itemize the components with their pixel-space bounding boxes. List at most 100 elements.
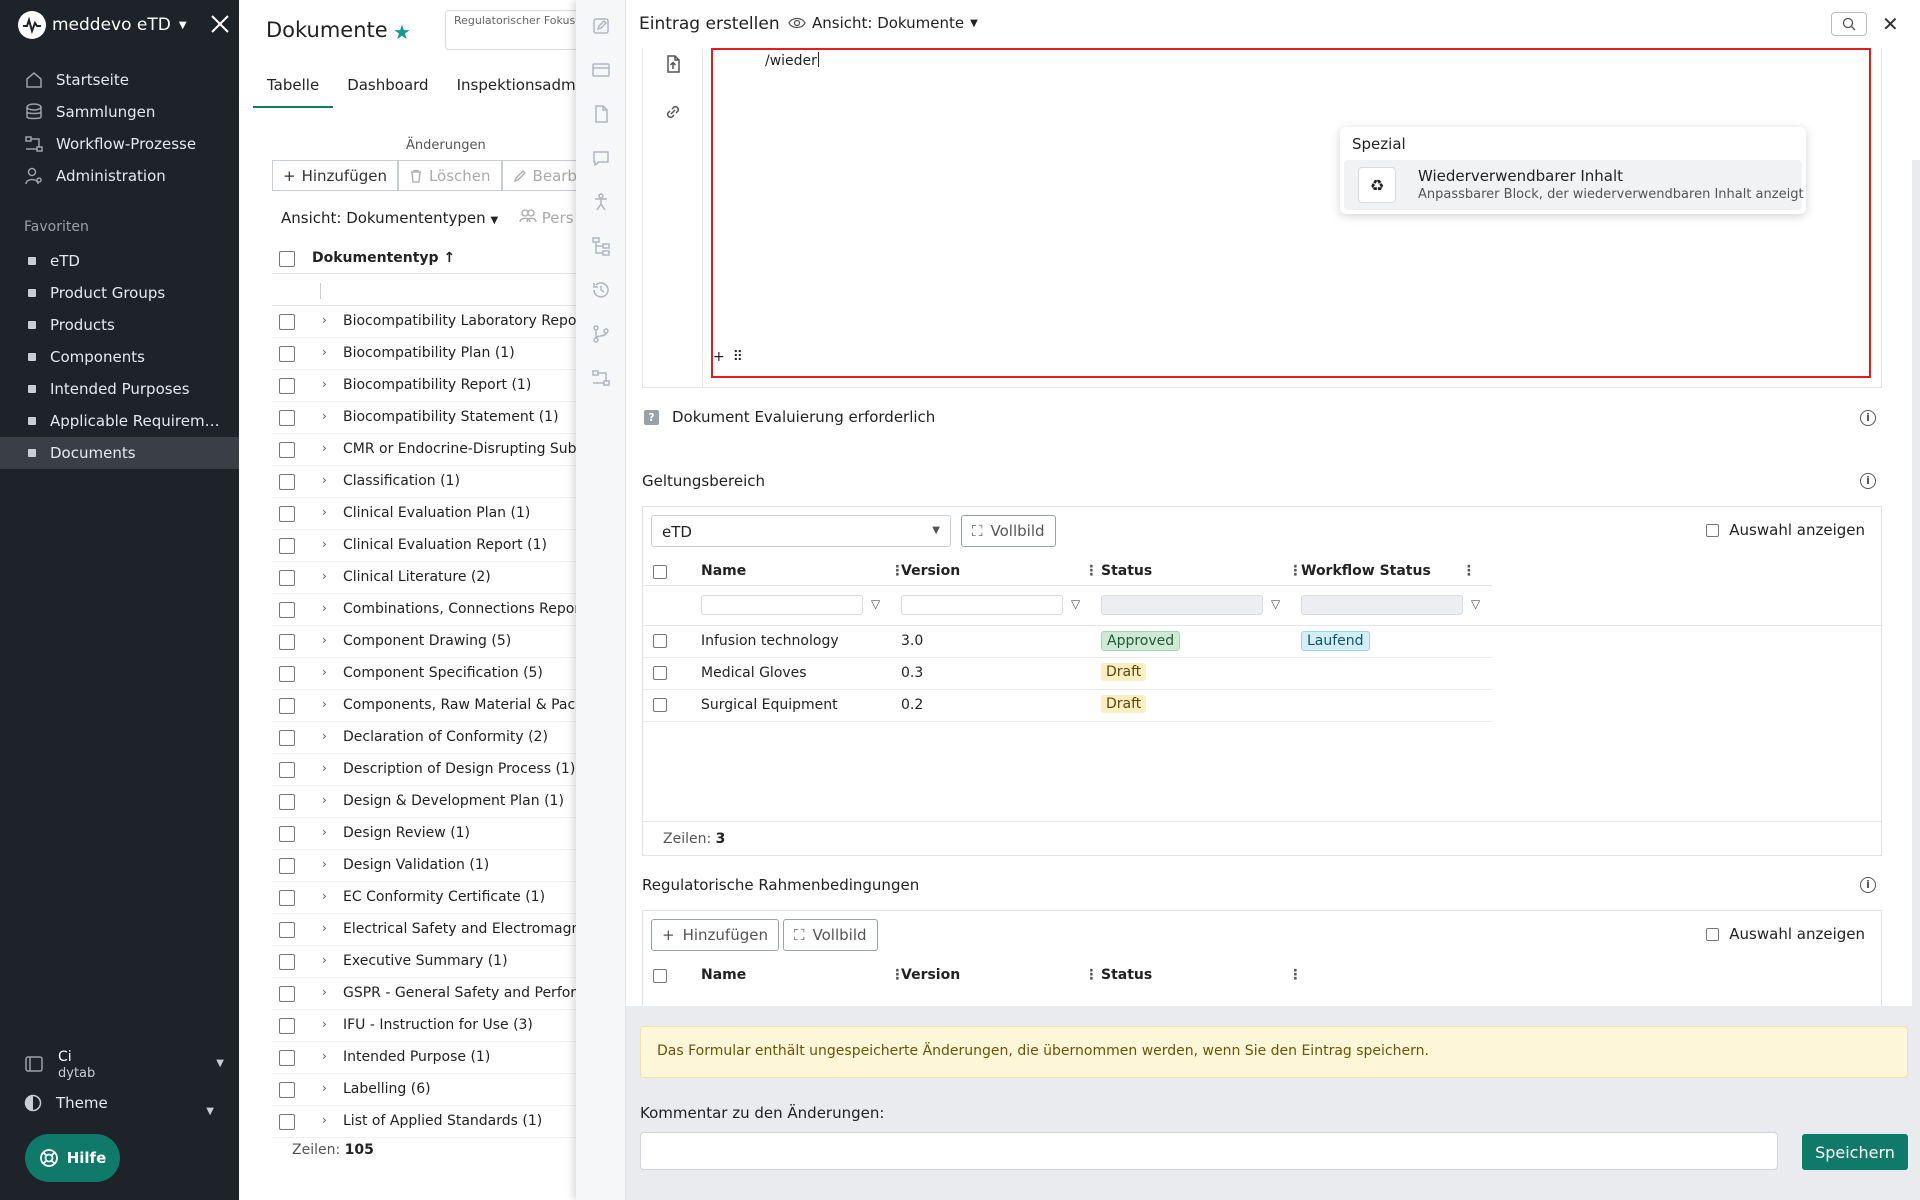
select-all-checkbox[interactable]: [653, 969, 667, 983]
row-checkbox[interactable]: [279, 954, 295, 970]
drawer-view-dropdown[interactable]: Ansicht: Dokumente ▼: [788, 14, 978, 32]
chevron-right-icon[interactable]: ›: [322, 697, 327, 711]
add-regulatory-button[interactable]: + Hinzufügen: [651, 919, 779, 951]
table-row[interactable]: Surgical Equipment 0.2 Draft: [643, 690, 1492, 722]
row-checkbox[interactable]: [279, 474, 295, 490]
help-button[interactable]: Hilfe: [25, 1134, 120, 1182]
list-item[interactable]: › Combinations, Connections Report (1): [272, 594, 576, 626]
fav-item-applicable-requirements[interactable]: Applicable Requirem…: [0, 405, 239, 437]
row-checkbox[interactable]: [279, 346, 295, 362]
row-checkbox[interactable]: [279, 890, 295, 906]
name-filter-input[interactable]: [701, 595, 863, 615]
list-item[interactable]: › Biocompatibility Report (1): [272, 370, 576, 402]
add-block-icon[interactable]: +: [713, 349, 725, 365]
column-header-name[interactable]: Name ⋮: [701, 967, 904, 983]
row-checkbox[interactable]: [279, 538, 295, 554]
row-checkbox[interactable]: [279, 922, 295, 938]
list-item[interactable]: › Components, Raw Material & Packaging: [272, 690, 576, 722]
column-menu-icon[interactable]: ⋮: [1288, 967, 1302, 983]
column-header-status[interactable]: Status ⋮: [1101, 967, 1302, 983]
access-icon[interactable]: [591, 192, 611, 212]
list-item[interactable]: › IFU - Instruction for Use (3): [272, 1010, 576, 1042]
link-icon[interactable]: [663, 102, 683, 122]
chevron-right-icon[interactable]: ›: [322, 857, 327, 871]
persons-button[interactable]: Pers: [519, 209, 574, 227]
row-checkbox[interactable]: [653, 634, 667, 648]
chevron-right-icon[interactable]: ›: [322, 473, 327, 487]
row-checkbox[interactable]: [279, 858, 295, 874]
row-checkbox[interactable]: [279, 1018, 295, 1034]
chevron-right-icon[interactable]: ›: [322, 793, 327, 807]
list-item[interactable]: › Biocompatibility Laboratory Report (1): [272, 306, 576, 338]
row-checkbox[interactable]: [279, 1114, 295, 1130]
close-sidebar-icon[interactable]: [208, 12, 232, 36]
chevron-right-icon[interactable]: ›: [322, 953, 327, 967]
chevron-right-icon[interactable]: ›: [322, 761, 327, 775]
row-checkbox[interactable]: [653, 666, 667, 680]
favorite-star-icon[interactable]: ★: [393, 20, 411, 44]
workflow-filter-input[interactable]: [1301, 595, 1463, 615]
fav-item-etd[interactable]: eTD: [0, 245, 239, 277]
chevron-right-icon[interactable]: ›: [322, 441, 327, 455]
filter-icon[interactable]: ▽: [1271, 597, 1280, 611]
column-menu-icon[interactable]: ⋮: [1462, 563, 1476, 579]
chevron-right-icon[interactable]: ›: [322, 569, 327, 583]
list-item[interactable]: › Intended Purpose (1): [272, 1042, 576, 1074]
fullscreen-button[interactable]: ⛶ Vollbild: [961, 515, 1056, 547]
brand-menu[interactable]: meddevo eTD ▼: [18, 10, 187, 40]
document-icon[interactable]: [591, 104, 611, 124]
save-button[interactable]: Speichern: [1802, 1134, 1908, 1170]
row-checkbox[interactable]: [279, 666, 295, 682]
history-icon[interactable]: [591, 280, 611, 300]
list-item[interactable]: › Description of Design Process (1): [272, 754, 576, 786]
scope-select[interactable]: eTD ▼: [651, 515, 951, 547]
list-item[interactable]: › Labelling (6): [272, 1074, 576, 1106]
chevron-right-icon[interactable]: ›: [322, 1113, 327, 1127]
chevron-right-icon[interactable]: ›: [322, 889, 327, 903]
chevron-right-icon[interactable]: ›: [322, 409, 327, 423]
branch-icon[interactable]: [591, 324, 611, 344]
row-checkbox[interactable]: [279, 826, 295, 842]
status-filter-input[interactable]: [1101, 595, 1263, 615]
chevron-right-icon[interactable]: ›: [322, 345, 327, 359]
list-item[interactable]: › EC Conformity Certificate (1): [272, 882, 576, 914]
row-checkbox[interactable]: [279, 314, 295, 330]
list-item[interactable]: › Clinical Evaluation Report (1): [272, 530, 576, 562]
select-all-checkbox[interactable]: [653, 565, 667, 579]
filter-icon[interactable]: ▽: [1071, 597, 1080, 611]
nav-item-startseite[interactable]: Startseite: [0, 64, 239, 96]
user-menu[interactable]: Ci dytab ▼: [24, 1044, 224, 1084]
row-checkbox[interactable]: [279, 1082, 295, 1098]
chevron-right-icon[interactable]: ›: [322, 601, 327, 615]
list-item[interactable]: › CMR or Endocrine-Disrupting Substances: [272, 434, 576, 466]
row-checkbox[interactable]: [279, 410, 295, 426]
column-header-status[interactable]: Status ⋮: [1101, 563, 1302, 579]
list-item[interactable]: › Electrical Safety and Electromagnetic: [272, 914, 576, 946]
row-checkbox[interactable]: [279, 794, 295, 810]
drawer-search-button[interactable]: [1831, 12, 1867, 36]
edit-icon[interactable]: [591, 16, 611, 36]
chevron-right-icon[interactable]: ›: [322, 1049, 327, 1063]
edit-button[interactable]: Bearbe: [501, 160, 576, 191]
filter-icon[interactable]: ▽: [871, 597, 880, 611]
row-checkbox[interactable]: [279, 602, 295, 618]
fav-item-components[interactable]: Components: [0, 341, 239, 373]
drag-handle-icon[interactable]: ⠿: [733, 349, 743, 365]
row-checkbox[interactable]: [279, 378, 295, 394]
list-item[interactable]: › Clinical Literature (2): [272, 562, 576, 594]
nav-item-sammlungen[interactable]: Sammlungen: [0, 96, 239, 128]
card-icon[interactable]: [591, 60, 611, 80]
row-checkbox[interactable]: [279, 698, 295, 714]
list-item[interactable]: › Clinical Evaluation Plan (1): [272, 498, 576, 530]
list-item[interactable]: › Classification (1): [272, 466, 576, 498]
regulatory-focus-select[interactable]: Regulatorischer Fokus: [445, 10, 576, 50]
row-checkbox[interactable]: [279, 506, 295, 522]
select-all-checkbox[interactable]: [279, 251, 295, 267]
fav-item-product-groups[interactable]: Product Groups: [0, 277, 239, 309]
table-row[interactable]: Medical Gloves 0.3 Draft: [643, 658, 1492, 690]
list-item[interactable]: › List of Applied Standards (1): [272, 1106, 576, 1138]
row-checkbox[interactable]: [279, 570, 295, 586]
table-row[interactable]: Infusion technology 3.0 Approved Laufend: [643, 626, 1492, 658]
list-item[interactable]: › Biocompatibility Plan (1): [272, 338, 576, 370]
list-item[interactable]: › Executive Summary (1): [272, 946, 576, 978]
